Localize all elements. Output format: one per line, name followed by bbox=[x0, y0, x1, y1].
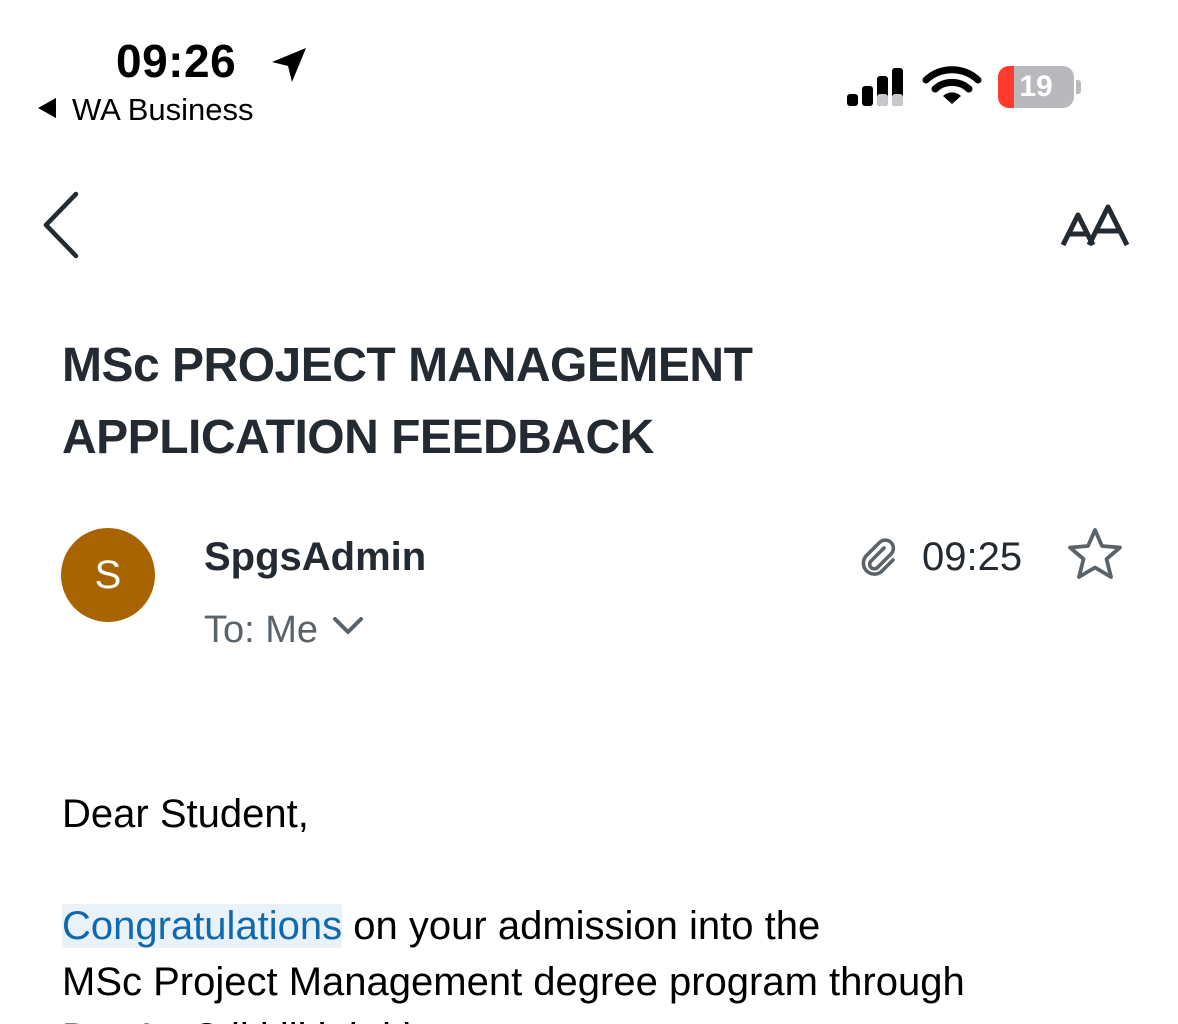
email-subject: MSc PROJECT MANAGEMENT APPLICATION FEEDB… bbox=[62, 330, 1112, 474]
battery-level: 19 bbox=[1019, 70, 1053, 103]
cellular-signal-icon bbox=[847, 68, 903, 106]
text-size-icon[interactable] bbox=[1060, 203, 1130, 249]
subject-line-1: MSc PROJECT MANAGEMENT bbox=[62, 339, 753, 392]
battery-cap bbox=[1076, 80, 1081, 94]
status-time: 09:26 bbox=[116, 35, 237, 87]
battery-icon: 19 bbox=[998, 66, 1074, 108]
back-to-app-link[interactable]: WA Business bbox=[38, 94, 253, 125]
back-app-label: WA Business bbox=[72, 92, 254, 127]
chevron-left-icon[interactable] bbox=[40, 190, 82, 260]
body-line-1: Congratulations on your admission into t… bbox=[62, 898, 1142, 954]
back-triangle-icon bbox=[38, 98, 56, 118]
star-icon[interactable] bbox=[1065, 526, 1125, 582]
body-line-3-partial: Dat A t C ll l lli l th ith bbox=[62, 1010, 1142, 1024]
highlighted-word[interactable]: Congratulations bbox=[62, 904, 343, 948]
recipients-label: To: Me bbox=[204, 609, 319, 651]
email-time: 09:25 bbox=[922, 535, 1023, 579]
body-paragraph: Congratulations on your admission into t… bbox=[62, 898, 1142, 1024]
avatar[interactable]: S bbox=[61, 528, 155, 622]
body-line-2: MSc Project Management degree program th… bbox=[62, 960, 965, 1004]
paperclip-icon bbox=[861, 538, 896, 576]
wifi-icon bbox=[922, 66, 982, 104]
email-body: Dear Student, Congratulations on your ad… bbox=[62, 786, 1142, 1024]
body-line-1-rest: on your admission into the bbox=[342, 904, 821, 948]
sender-name[interactable]: SpgsAdmin bbox=[204, 535, 426, 579]
subject-line-2: APPLICATION FEEDBACK bbox=[62, 411, 654, 464]
body-greeting: Dear Student, bbox=[62, 792, 309, 836]
chevron-down-icon bbox=[333, 617, 364, 634]
location-arrow-icon bbox=[272, 48, 306, 82]
recipients-toggle[interactable]: To: Me bbox=[204, 609, 364, 652]
